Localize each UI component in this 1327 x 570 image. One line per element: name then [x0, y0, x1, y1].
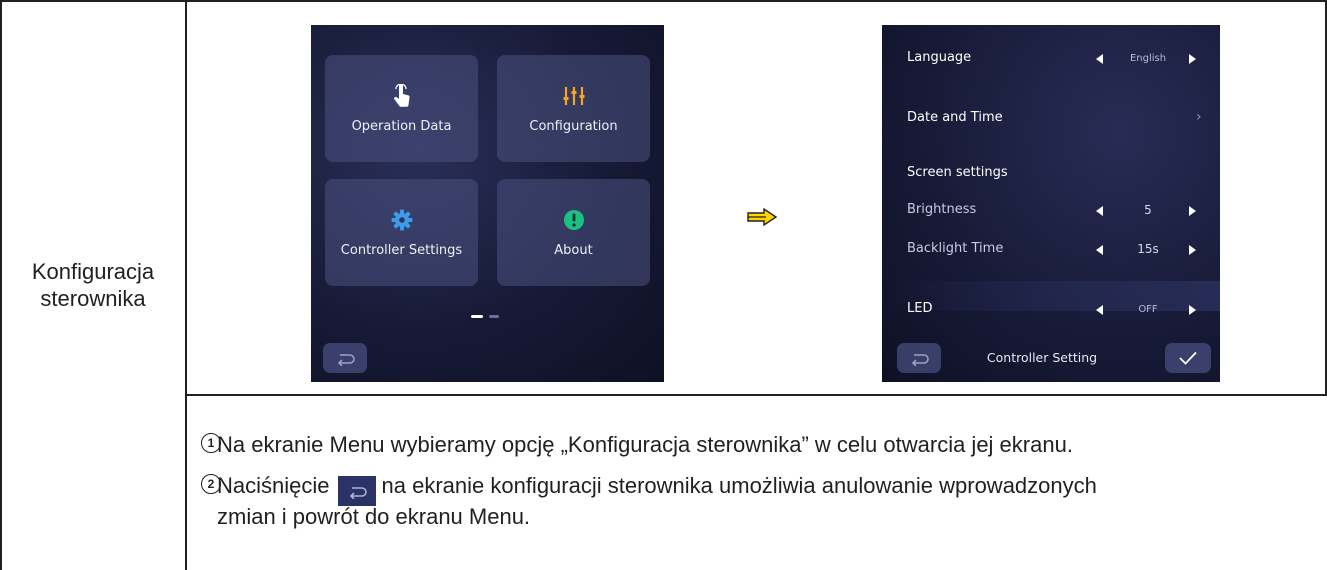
setting-value: 5: [1144, 203, 1152, 217]
arrow-left-button[interactable]: [1096, 245, 1104, 255]
chevron-right-icon: ›: [1196, 109, 1202, 125]
setting-row-backlight: Backlight Time 15s: [882, 235, 1220, 265]
setting-row-led: LED OFF: [882, 295, 1220, 325]
page-indicator-inactive: [489, 315, 499, 318]
arrow-right-icon: [747, 207, 778, 227]
menu-screen: Operation Data Configuration Controller …: [311, 25, 664, 382]
arrow-left-button[interactable]: [1096, 54, 1104, 64]
return-icon: [911, 354, 929, 366]
setting-label: Date and Time: [907, 110, 1003, 125]
tile-label: About: [554, 243, 593, 258]
row-divider: [185, 394, 1327, 396]
step-1-text: Na ekranie Menu wybieramy opcję „Konfigu…: [217, 432, 1073, 457]
arrow-right-button[interactable]: [1188, 245, 1196, 255]
setting-row-language: Language English: [882, 44, 1220, 74]
setting-label: Brightness: [907, 202, 977, 217]
back-button[interactable]: [897, 343, 941, 373]
info-icon: [563, 210, 584, 230]
arrow-left-button[interactable]: [1096, 206, 1104, 216]
sliders-icon: [563, 87, 584, 105]
setting-section-screen: Screen settings: [882, 159, 1220, 189]
setting-value: OFF: [1138, 304, 1158, 315]
setting-row-brightness: Brightness 5: [882, 196, 1220, 226]
tile-about[interactable]: About: [497, 179, 650, 286]
controller-settings-screen: Language English Date and Time › Screen …: [882, 25, 1220, 382]
page-indicator-active: [471, 315, 483, 318]
return-icon: [349, 487, 367, 499]
tile-controller-settings[interactable]: Controller Settings: [325, 179, 478, 286]
setting-value: 15s: [1137, 242, 1159, 256]
setting-label: Language: [907, 50, 972, 65]
setting-label: LED: [907, 301, 933, 316]
row-label-line1: Konfiguracja: [31, 259, 155, 284]
inline-back-button: [337, 476, 376, 506]
gear-icon: [391, 209, 412, 231]
row-label: Konfiguracja sterownika: [0, 0, 186, 570]
tile-label: Operation Data: [351, 119, 452, 134]
touch-icon: [393, 84, 410, 107]
screen-footer-title: Controller Setting: [986, 350, 1098, 365]
arrow-left-button[interactable]: [1096, 305, 1104, 315]
arrow-right-button[interactable]: [1188, 305, 1196, 315]
table-border-top: [0, 0, 1327, 2]
tile-operation-data[interactable]: Operation Data: [325, 55, 478, 162]
arrow-right-button[interactable]: [1188, 54, 1196, 64]
setting-value: English: [1129, 53, 1167, 64]
back-button[interactable]: [323, 343, 367, 373]
confirm-button[interactable]: [1165, 343, 1211, 373]
tile-label: Configuration: [529, 119, 618, 134]
row-label-line2: sterownika: [40, 286, 146, 311]
tile-label: Controller Settings: [340, 243, 463, 258]
step-2-text-before: Naciśnięcie: [217, 473, 330, 498]
setting-row-date-time[interactable]: Date and Time ›: [882, 104, 1220, 134]
setting-label: Backlight Time: [907, 241, 1004, 256]
step-2-text-line2: zmian i powrót do ekranu Menu.: [217, 504, 531, 529]
tile-configuration[interactable]: Configuration: [497, 55, 650, 162]
section-label: Screen settings: [907, 165, 1008, 180]
step-2-text: Naciśnięcie na ekranie konfiguracji ster…: [217, 472, 1097, 506]
checkmark-icon: [1179, 351, 1197, 365]
return-icon: [337, 354, 355, 366]
arrow-right-button[interactable]: [1188, 206, 1196, 216]
step-2-text-after: na ekranie konfiguracji sterownika umożl…: [381, 473, 1097, 498]
